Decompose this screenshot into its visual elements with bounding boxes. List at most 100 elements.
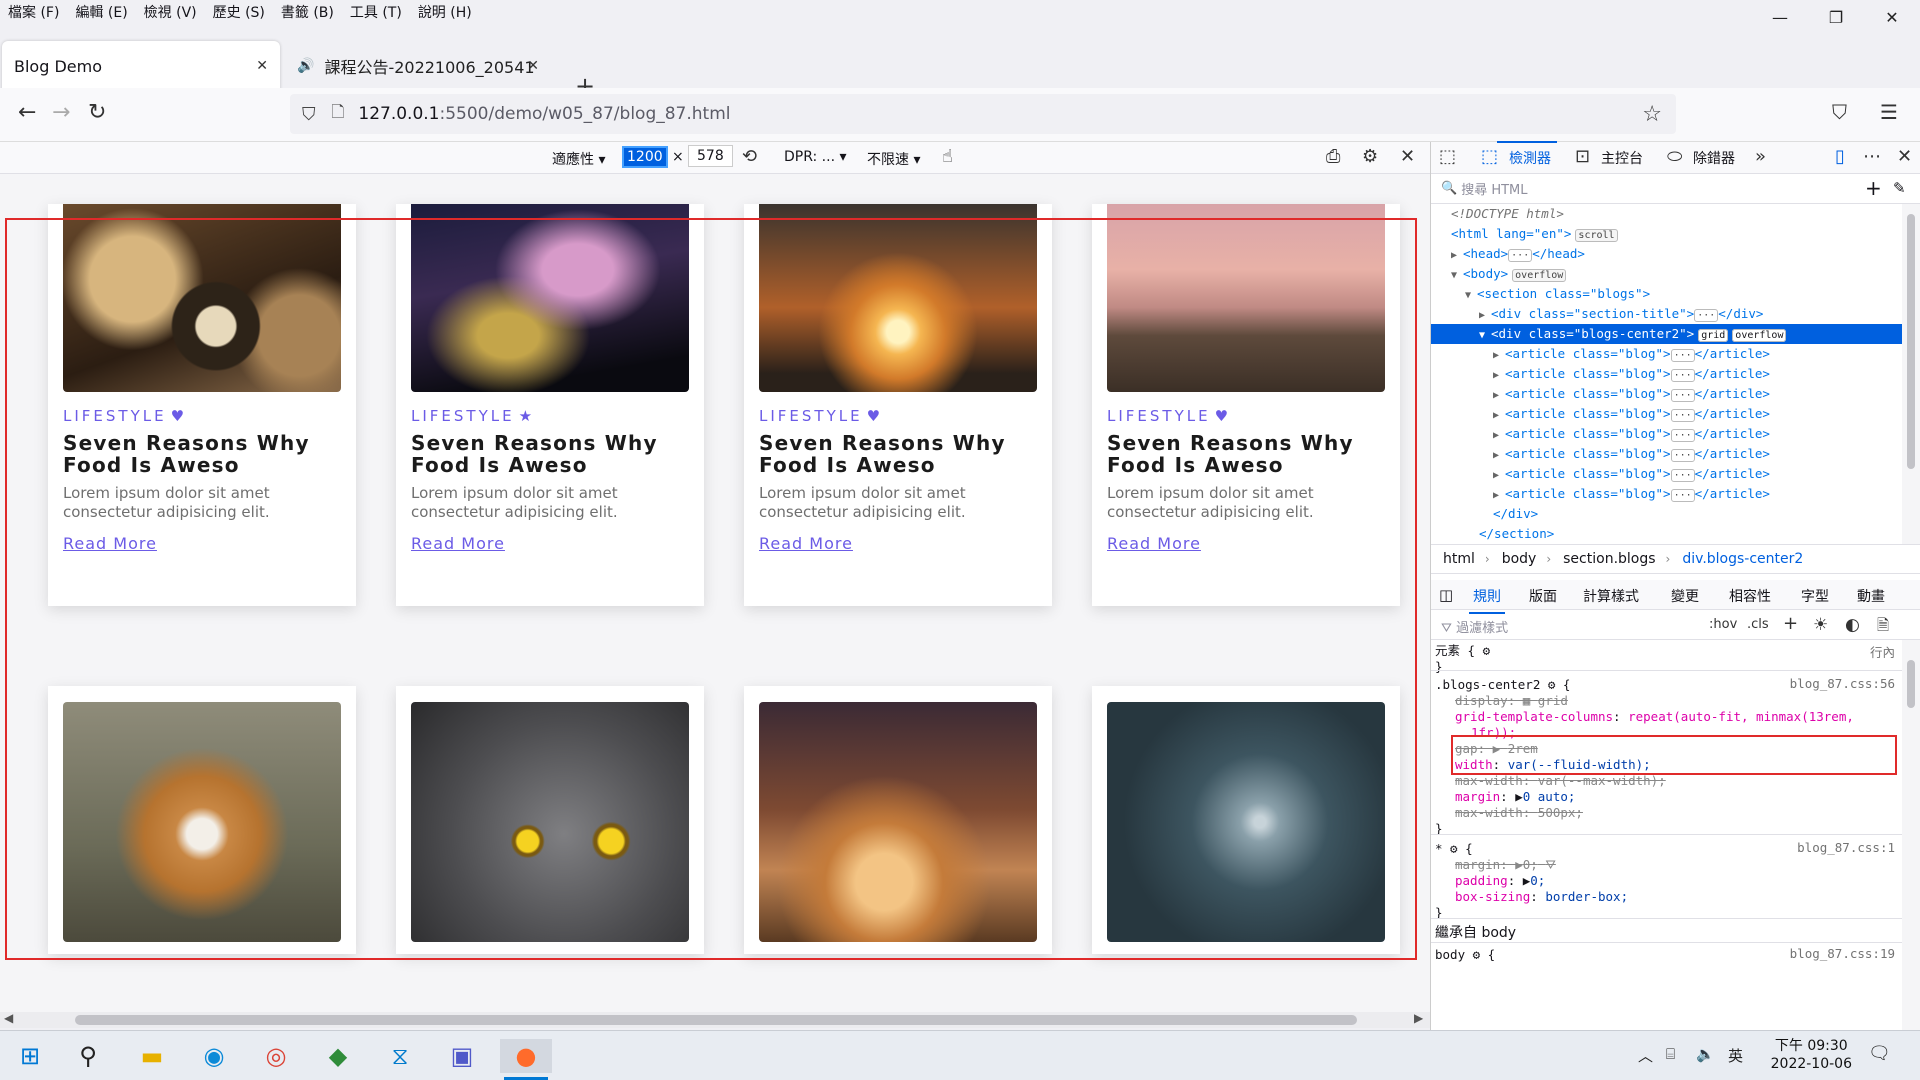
- tab-computed[interactable]: 計算樣式: [1583, 586, 1639, 606]
- vscode-icon[interactable]: ⧖: [382, 1039, 418, 1073]
- menu-view[interactable]: 檢視 (V): [136, 2, 205, 22]
- tab-compatibility[interactable]: 相容性: [1729, 586, 1771, 606]
- close-devtools-icon[interactable]: ✕: [1897, 146, 1912, 167]
- tab-layout[interactable]: 版面: [1529, 586, 1557, 606]
- search-input[interactable]: 搜尋 HTML: [1461, 179, 1527, 198]
- menu-help[interactable]: 說明 (H): [410, 2, 480, 22]
- markup-scrollbar[interactable]: [1902, 204, 1920, 544]
- ime-indicator[interactable]: 英: [1728, 1045, 1743, 1066]
- clock[interactable]: 下午 09:30 2022-10-06: [1771, 1037, 1852, 1073]
- breadcrumb-div[interactable]: div.blogs-center2: [1682, 551, 1803, 567]
- viewport-width-input[interactable]: 1200: [622, 146, 668, 168]
- cls-toggle[interactable]: .cls: [1747, 617, 1769, 632]
- menu-edit[interactable]: 編輯 (E): [67, 2, 135, 22]
- device-selector[interactable]: 適應性 ▾: [552, 149, 605, 169]
- throttle-selector[interactable]: 不限速 ▾: [867, 149, 920, 169]
- pocket-icon[interactable]: ⛉: [1832, 100, 1847, 124]
- toggle-pane-icon[interactable]: ◫: [1439, 586, 1453, 604]
- dark-theme-icon[interactable]: ◐: [1845, 615, 1860, 635]
- rule-source[interactable]: blog_87.css:56: [1790, 676, 1895, 691]
- options-menu-icon[interactable]: ⋯: [1863, 146, 1881, 167]
- file-explorer-icon[interactable]: ▬: [134, 1039, 170, 1073]
- volume-icon[interactable]: 🔈: [1696, 1045, 1715, 1063]
- touch-simulation-icon[interactable]: ☝: [942, 146, 953, 167]
- markup-line[interactable]: <html lang="en"> scroll: [1431, 224, 1903, 244]
- tab-debugger[interactable]: 除錯器: [1693, 148, 1735, 168]
- tab-rules[interactable]: 規則: [1469, 586, 1505, 614]
- tab-inspector[interactable]: 檢測器: [1497, 141, 1557, 168]
- network-icon[interactable]: ⌸: [1666, 1045, 1675, 1063]
- more-tabs-chevron-icon[interactable]: »: [1755, 146, 1766, 167]
- markup-line[interactable]: </section>: [1431, 524, 1903, 544]
- tab-blog-demo[interactable]: Blog Demo ✕: [2, 41, 280, 91]
- hov-toggle[interactable]: :hov: [1709, 617, 1737, 632]
- markup-line[interactable]: ▶ <article class="blog"> ··· </article>: [1431, 424, 1903, 444]
- rules-scrollbar[interactable]: [1902, 640, 1920, 1030]
- markup-line[interactable]: ▶ <article class="blog"> ··· </article>: [1431, 444, 1903, 464]
- screenshot-icon[interactable]: ⎙: [1326, 146, 1340, 167]
- hamburger-menu-icon[interactable]: ☰: [1880, 100, 1898, 124]
- shield-icon[interactable]: ⛉: [302, 104, 316, 125]
- markup-line-selected[interactable]: ▼ <div class="blogs-center2"> grid overflow: [1431, 324, 1903, 344]
- firefox-icon[interactable]: ●: [500, 1039, 552, 1080]
- css-declaration[interactable]: max-width: 500px;: [1455, 804, 1583, 822]
- edge-icon[interactable]: ◉: [196, 1039, 232, 1073]
- scrollbar-thumb[interactable]: [1907, 214, 1915, 469]
- close-tab-icon[interactable]: ✕: [256, 58, 268, 74]
- markup-line[interactable]: ▼ <section class="blogs">: [1431, 284, 1903, 304]
- filter-input[interactable]: ⛛ 過濾樣式: [1441, 617, 1508, 636]
- close-responsive-icon[interactable]: ✕: [1400, 146, 1415, 167]
- add-rule-icon[interactable]: +: [1783, 613, 1798, 634]
- tray-chevron-icon[interactable]: ︿: [1638, 1045, 1653, 1066]
- viewport-height-input[interactable]: 578: [688, 145, 733, 167]
- markup-line[interactable]: ▶ <article class="blog"> ··· </article>: [1431, 384, 1903, 404]
- tab-animations[interactable]: 動畫: [1857, 586, 1885, 606]
- rule-source[interactable]: blog_87.css:1: [1797, 840, 1895, 855]
- horizontal-scrollbar[interactable]: ◀ ▶: [0, 1011, 1430, 1028]
- close-tab-icon[interactable]: ✕: [527, 58, 539, 74]
- markup-line[interactable]: ▶ <head> ··· </head>: [1431, 244, 1903, 264]
- tab-console[interactable]: 主控台: [1601, 148, 1643, 168]
- markup-line[interactable]: ▶ <article class="blog"> ··· </article>: [1431, 344, 1903, 364]
- css-declaration[interactable]: box-sizing: border-box;: [1455, 888, 1628, 906]
- dpr-selector[interactable]: DPR: ... ▾: [784, 149, 847, 165]
- teams-icon[interactable]: ▣: [444, 1039, 480, 1073]
- search-icon[interactable]: ⚲: [70, 1039, 106, 1073]
- print-media-icon[interactable]: 🗎: [1877, 615, 1889, 640]
- markup-line[interactable]: ▼ <body> overflow: [1431, 264, 1903, 284]
- element-picker-icon[interactable]: ⬚: [1439, 146, 1456, 167]
- breadcrumb-section[interactable]: section.blogs: [1563, 551, 1655, 567]
- markup-line[interactable]: ▶ <article class="blog"> ··· </article>: [1431, 364, 1903, 384]
- notification-icon[interactable]: 🗨: [1868, 1043, 1891, 1064]
- eyedropper-icon[interactable]: ✎: [1893, 179, 1906, 197]
- add-node-icon[interactable]: +: [1865, 176, 1882, 200]
- rule-selector[interactable]: body ⚙ {: [1435, 946, 1495, 964]
- menu-history[interactable]: 歷史 (S): [205, 2, 273, 22]
- markup-line[interactable]: <!DOCTYPE html>: [1431, 204, 1903, 224]
- markup-line[interactable]: ▶ <article class="blog"> ··· </article>: [1431, 464, 1903, 484]
- menu-file[interactable]: 檔案 (F): [0, 2, 67, 22]
- forward-button[interactable]: →: [52, 100, 70, 125]
- scroll-left-icon[interactable]: ◀: [4, 1011, 13, 1025]
- scroll-right-icon[interactable]: ▶: [1414, 1011, 1423, 1025]
- scrollbar-thumb[interactable]: [1907, 660, 1915, 708]
- settings-gear-icon[interactable]: ⚙: [1362, 146, 1378, 167]
- windows-start-icon[interactable]: ⊞: [12, 1039, 48, 1073]
- chrome-icon[interactable]: ◎: [258, 1039, 294, 1073]
- git-tool-icon[interactable]: ◆: [320, 1039, 356, 1073]
- bookmark-star-icon[interactable]: ☆: [1642, 102, 1662, 127]
- url-bar[interactable]: ⛉ 🗋 127.0.0.1:5500/demo/w05_87/blog_87.h…: [290, 94, 1676, 134]
- markup-line[interactable]: </div>: [1431, 504, 1903, 524]
- reload-button[interactable]: ↻: [88, 100, 106, 125]
- breadcrumb-body[interactable]: body: [1502, 551, 1537, 567]
- html-search[interactable]: 🔍 搜尋 HTML + ✎: [1431, 174, 1920, 204]
- scrollbar-thumb[interactable]: [75, 1015, 1357, 1025]
- tab-changes[interactable]: 變更: [1671, 586, 1699, 606]
- style-filter[interactable]: ⛛ 過濾樣式 :hov .cls + ☀ ◐ 🗎: [1431, 610, 1920, 640]
- responsive-mode-icon[interactable]: ▯: [1835, 146, 1845, 167]
- breadcrumb-html[interactable]: html: [1443, 551, 1475, 567]
- tab-fonts[interactable]: 字型: [1801, 586, 1829, 606]
- markup-line[interactable]: ▶ <article class="blog"> ··· </article>: [1431, 484, 1903, 504]
- light-theme-icon[interactable]: ☀: [1813, 615, 1828, 635]
- rule-source[interactable]: blog_87.css:19: [1790, 946, 1895, 961]
